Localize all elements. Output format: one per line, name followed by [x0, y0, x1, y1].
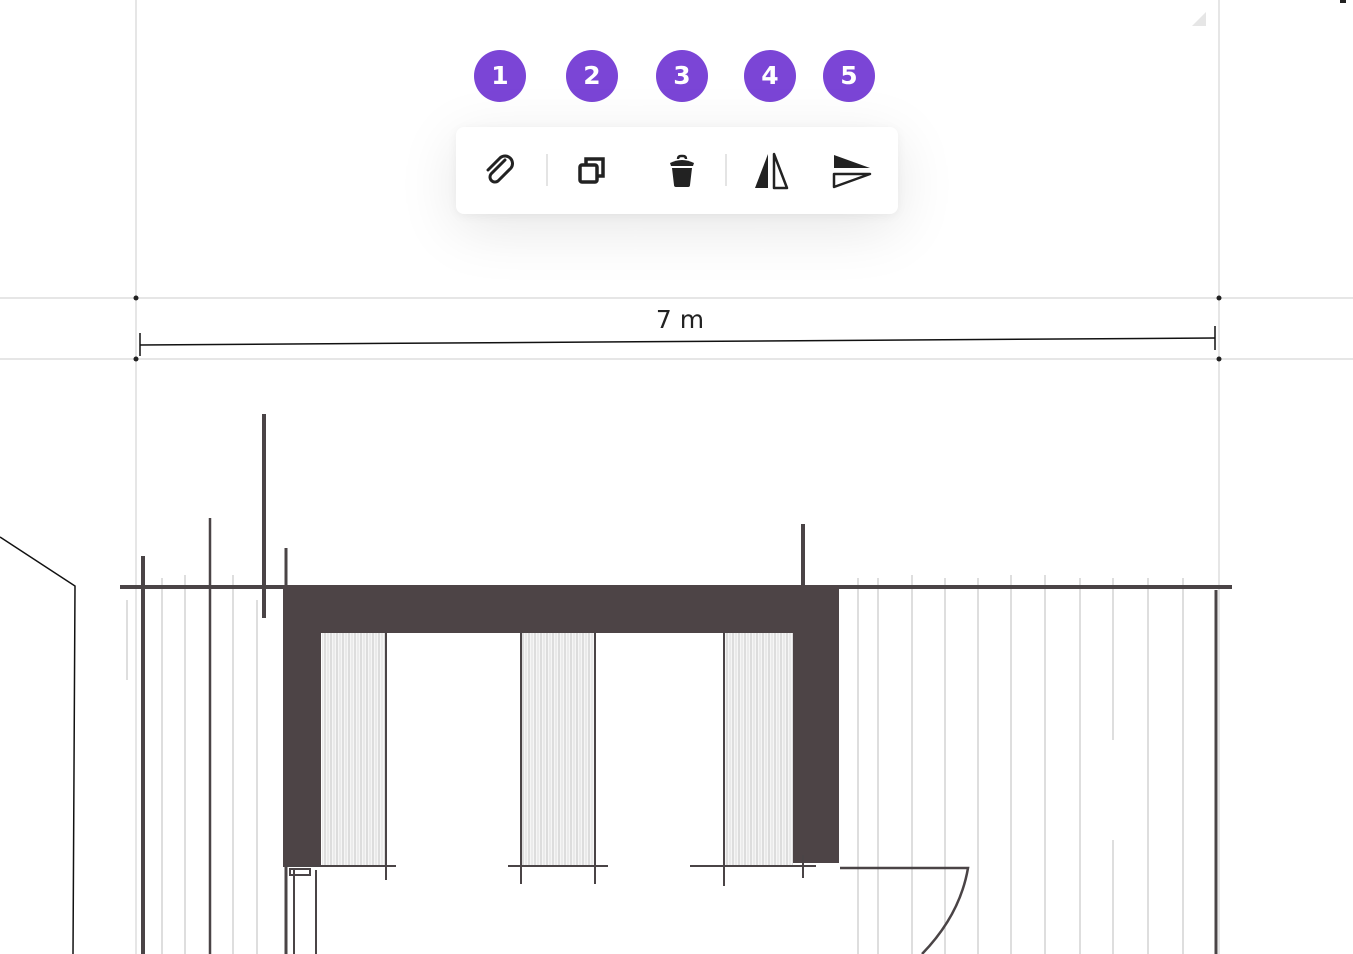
dimension-label: 7 m: [655, 305, 705, 334]
step-badge-1: 1: [474, 50, 526, 102]
resize-corner-icon[interactable]: [1192, 12, 1206, 26]
floor-patch: [1088, 740, 1114, 840]
paperclip-icon: [486, 154, 514, 184]
flip-vertical-button[interactable]: [826, 145, 878, 197]
flip-vertical-icon: [832, 155, 872, 189]
attach-button[interactable]: [474, 145, 526, 197]
step-badge-5: 5: [823, 50, 875, 102]
duplicate-button[interactable]: [566, 145, 618, 197]
flip-horizontal-icon: [755, 152, 789, 190]
toolbar-separator: [546, 154, 548, 186]
step-badge-4: 4: [744, 50, 796, 102]
flip-horizontal-button[interactable]: [745, 145, 797, 197]
door-arc: [840, 866, 970, 954]
shaded-openings: [322, 632, 793, 866]
toolbar-separator: [725, 154, 727, 186]
trash-icon: [670, 154, 694, 187]
delete-button[interactable]: [656, 145, 708, 197]
step-badge-2: 2: [566, 50, 618, 102]
selection-toolbar: [456, 127, 898, 214]
duplicate-icon: [578, 157, 605, 184]
step-badge-3: 3: [656, 50, 708, 102]
edge-marker: [1340, 0, 1346, 3]
left-angled-wall: [0, 536, 76, 954]
